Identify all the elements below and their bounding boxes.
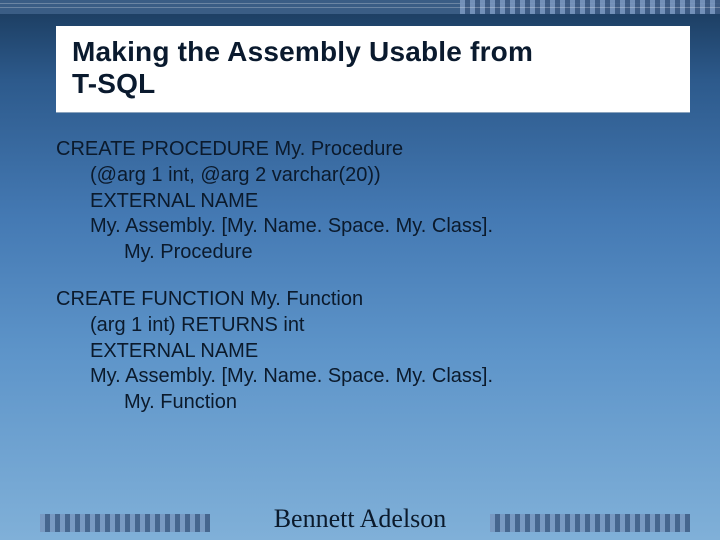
footer-author: Bennett Adelson — [264, 504, 457, 534]
slide-top-bar — [0, 0, 720, 14]
title-line-2: T-SQL — [72, 68, 155, 99]
code-line: My. Assembly. [My. Name. Space. My. Clas… — [56, 364, 690, 390]
code-line: My. Procedure — [56, 240, 690, 266]
slide-body: CREATE PROCEDURE My. Procedure (@arg 1 i… — [56, 137, 690, 415]
code-block-procedure: CREATE PROCEDURE My. Procedure (@arg 1 i… — [56, 137, 690, 265]
slide-footer: Bennett Adelson — [0, 504, 720, 534]
code-line: (arg 1 int) RETURNS int — [56, 313, 690, 339]
code-line: EXTERNAL NAME — [56, 339, 690, 365]
code-line: CREATE PROCEDURE My. Procedure — [56, 137, 690, 163]
title-line-1: Making the Assembly Usable from — [72, 36, 533, 67]
code-line: CREATE FUNCTION My. Function — [56, 287, 690, 313]
top-hatch-decor — [460, 0, 720, 14]
title-box: Making the Assembly Usable from T-SQL — [56, 26, 690, 113]
code-line: My. Function — [56, 390, 690, 416]
code-line: (@arg 1 int, @arg 2 varchar(20)) — [56, 163, 690, 189]
code-block-function: CREATE FUNCTION My. Function (arg 1 int)… — [56, 287, 690, 415]
code-line: My. Assembly. [My. Name. Space. My. Clas… — [56, 214, 690, 240]
slide-title: Making the Assembly Usable from T-SQL — [72, 36, 674, 100]
code-line: EXTERNAL NAME — [56, 189, 690, 215]
